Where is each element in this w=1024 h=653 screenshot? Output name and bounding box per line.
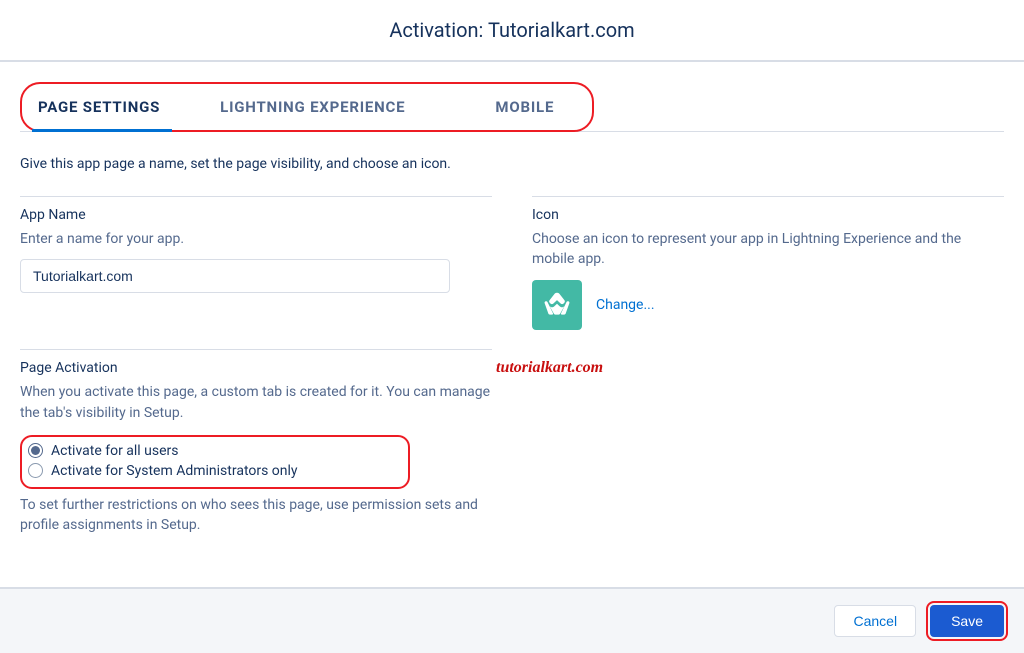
save-highlight-box: Save xyxy=(926,601,1008,641)
radio-label: Activate for all users xyxy=(51,443,179,459)
watermark-text: tutorialkart.com xyxy=(496,359,603,377)
handshake-icon xyxy=(541,289,573,321)
modal-body: PAGE SETTINGS LIGHTNING EXPERIENCE MOBIL… xyxy=(0,62,1024,545)
save-button[interactable]: Save xyxy=(930,605,1004,637)
page-activation-label: Page Activation xyxy=(20,360,492,376)
radio-dot-icon xyxy=(28,463,43,478)
divider xyxy=(20,196,492,197)
icon-row: Change... xyxy=(532,280,1004,330)
app-icon-tile xyxy=(532,280,582,330)
app-name-hint: Enter a name for your app. xyxy=(20,229,492,249)
tabs-highlight-box: PAGE SETTINGS LIGHTNING EXPERIENCE MOBIL… xyxy=(20,82,594,132)
tabs: PAGE SETTINGS LIGHTNING EXPERIENCE MOBIL… xyxy=(24,84,574,130)
change-icon-link[interactable]: Change... xyxy=(596,297,655,313)
modal-title: Activation: Tutorialkart.com xyxy=(0,18,1024,42)
radio-activate-all-users[interactable]: Activate for all users xyxy=(28,441,398,461)
page-activation-section: Page Activation When you activate this p… xyxy=(20,349,492,535)
radio-label: Activate for System Administrators only xyxy=(51,463,298,479)
cancel-button[interactable]: Cancel xyxy=(834,605,916,637)
modal-header: Activation: Tutorialkart.com xyxy=(0,0,1024,62)
activation-radio-group: Activate for all users Activate for Syst… xyxy=(20,435,410,489)
icon-hint: Choose an icon to represent your app in … xyxy=(532,229,1004,270)
page-activation-footnote: To set further restrictions on who sees … xyxy=(20,495,492,536)
icon-label: Icon xyxy=(532,207,1004,223)
intro-text: Give this app page a name, set the page … xyxy=(20,156,1004,172)
app-name-input[interactable] xyxy=(20,259,450,293)
left-column: App Name Enter a name for your app. Page… xyxy=(20,196,492,545)
radio-activate-sysadmins[interactable]: Activate for System Administrators only xyxy=(28,461,398,481)
radio-dot-icon xyxy=(28,443,43,458)
tab-mobile[interactable]: MOBILE xyxy=(445,84,574,130)
page-activation-hint: When you activate this page, a custom ta… xyxy=(20,382,492,423)
tab-lightning-experience[interactable]: LIGHTNING EXPERIENCE xyxy=(180,84,445,130)
app-name-label: App Name xyxy=(20,207,492,223)
divider xyxy=(532,196,1004,197)
divider xyxy=(20,349,492,350)
tab-page-settings[interactable]: PAGE SETTINGS xyxy=(24,84,180,130)
modal-footer: Cancel Save xyxy=(0,587,1024,653)
